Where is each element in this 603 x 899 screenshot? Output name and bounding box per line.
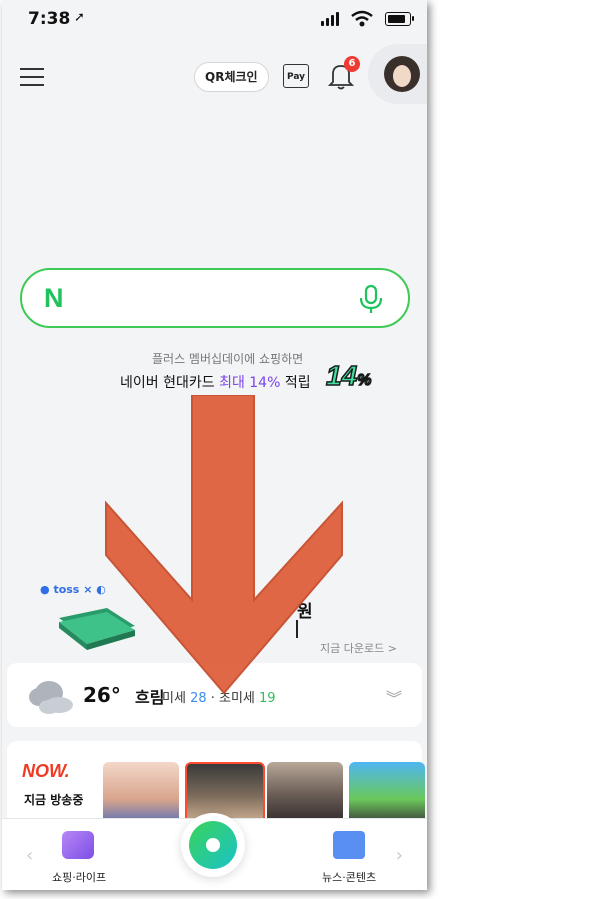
battery-icon xyxy=(385,12,414,26)
top-bar: QR체크인 Pay 6 xyxy=(2,44,427,106)
notification-badge: 6 xyxy=(344,56,360,72)
naver-logo: N xyxy=(44,283,64,313)
qr-checkin-button[interactable]: QR체크인 xyxy=(194,62,269,92)
chevron-right-icon[interactable]: › xyxy=(396,845,403,866)
status-bar: 7:38 ➚ xyxy=(2,0,427,40)
status-time: 7:38 xyxy=(28,9,71,29)
promo-subtitle[interactable]: 플러스 멤버십데이에 쇼핑하면 xyxy=(152,350,303,367)
promo-title[interactable]: 네이버 현대카드 최대 14% 적립 xyxy=(120,372,311,392)
location-arrow-icon: ➚ xyxy=(74,10,85,25)
pay-icon[interactable]: Pay xyxy=(283,64,309,88)
toss-logo: ● toss × ◐ xyxy=(40,583,106,596)
now-label: 지금 방송중 xyxy=(24,793,84,807)
cloud-icon xyxy=(29,681,73,714)
bottom-nav: ‹ 쇼핑·라이프 뉴스·콘텐츠 › xyxy=(2,813,427,890)
live-thumbnail[interactable] xyxy=(349,762,425,824)
live-thumbnail[interactable] xyxy=(103,762,179,824)
down-arrow-icon xyxy=(105,395,343,695)
live-thumbnail[interactable] xyxy=(267,762,343,824)
green-dot-button[interactable] xyxy=(181,813,245,877)
news-contents-label[interactable]: 뉴스·콘텐츠 xyxy=(322,869,376,885)
profile-area[interactable] xyxy=(368,44,427,104)
microphone-icon[interactable] xyxy=(358,284,384,314)
promo-badge: 14% xyxy=(325,359,372,392)
shopping-life-label[interactable]: 쇼핑·라이프 xyxy=(52,869,106,885)
shopping-bag-icon[interactable] xyxy=(62,831,94,859)
wifi-icon xyxy=(351,10,373,27)
search-bar[interactable]: N xyxy=(20,268,410,328)
chevron-down-icon[interactable]: ︾ xyxy=(386,685,402,709)
news-icon[interactable] xyxy=(333,831,365,859)
signal-icon xyxy=(321,12,341,26)
now-logo[interactable]: NOW. xyxy=(22,761,70,782)
phone-screen: 7:38 ➚ QR체크인 Pay 6 N 플러스 멤버십데이에 쇼핑하면 네이버… xyxy=(2,0,427,890)
avatar[interactable] xyxy=(384,56,420,92)
chevron-left-icon[interactable]: ‹ xyxy=(26,845,33,866)
menu-icon[interactable] xyxy=(20,68,44,86)
